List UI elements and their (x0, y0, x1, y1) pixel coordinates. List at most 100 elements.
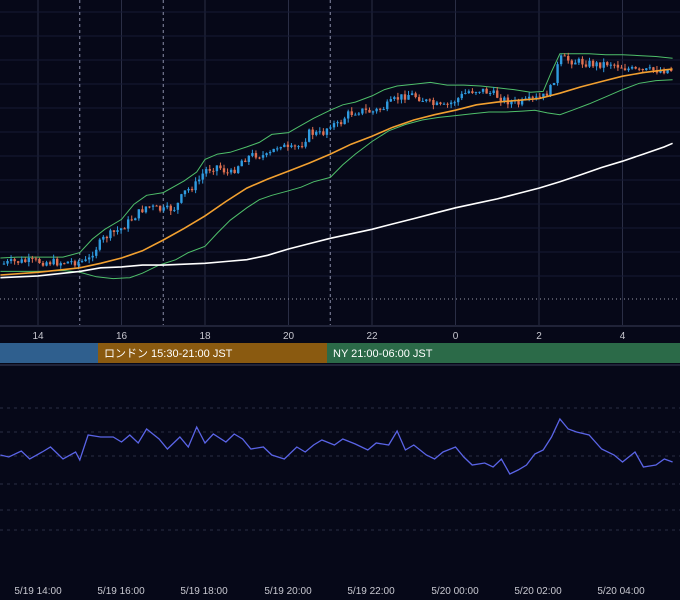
candle-body (315, 131, 318, 135)
candle-body (293, 145, 297, 147)
candle-body (492, 90, 495, 94)
candle-body (27, 257, 31, 263)
candle-body (609, 64, 613, 66)
moving-averages (0, 68, 673, 279)
candle-body (641, 69, 644, 71)
candle-body (173, 209, 176, 211)
candle-body (102, 236, 105, 240)
candle-body (563, 55, 566, 57)
candle-body (627, 68, 630, 71)
candle-body (215, 165, 219, 172)
candle-body (73, 261, 77, 266)
candle-body (481, 88, 485, 92)
candle-body (613, 64, 616, 66)
candle-body (616, 64, 620, 68)
candle-body (87, 257, 91, 260)
candle-body (364, 108, 368, 110)
candle-body (638, 68, 641, 70)
candle-body (552, 82, 556, 86)
candle-body (279, 147, 282, 149)
candle-body (126, 219, 130, 229)
candle-body (205, 169, 208, 174)
candle-body (283, 144, 286, 148)
candle-body (403, 94, 407, 100)
candle-body (123, 228, 126, 230)
candle-body (229, 169, 233, 173)
candle-body (304, 141, 307, 147)
candle-body (297, 146, 300, 148)
candle-body (16, 261, 20, 263)
candle-body (151, 205, 155, 207)
candle-body (162, 207, 165, 211)
candle-body (91, 255, 94, 258)
candle-body (446, 103, 449, 105)
candle-body (584, 64, 588, 67)
candle-body (169, 205, 172, 211)
price-chart-time-axis: 14 16 18 20 22 0 2 4 (0, 325, 680, 342)
candle-body (407, 95, 410, 100)
candle-body (272, 148, 275, 153)
candle-body (9, 259, 13, 262)
bottom-time-label: 5/20 04:00 (597, 586, 645, 597)
bottom-time-label: 5/19 20:00 (264, 586, 312, 597)
candle-body (187, 188, 190, 191)
bottom-time-axis: 5/19 14:00 5/19 16:00 5/19 18:00 5/19 20:00… (14, 586, 645, 597)
candle-body (567, 56, 570, 61)
candle-body (56, 258, 59, 266)
candle-body (112, 230, 116, 232)
candle-body (180, 194, 183, 203)
bollinger-band (0, 53, 673, 280)
candle-body (268, 152, 272, 154)
candle-body (421, 100, 424, 102)
candle-body (474, 92, 478, 94)
session-label: NY 21:00-06:00 JST (333, 348, 433, 360)
candle-body (6, 261, 9, 264)
candle-body (244, 160, 247, 162)
candle-body (442, 103, 446, 105)
candle-body (208, 169, 212, 171)
candle-body (623, 68, 627, 71)
candle-body (630, 66, 634, 69)
candle-body (357, 113, 361, 115)
bottom-time-label: 5/19 22:00 (347, 586, 395, 597)
candle-body (606, 62, 609, 66)
candle-body (109, 230, 112, 239)
bottom-time-label: 5/19 18:00 (180, 586, 228, 597)
candle-body (190, 188, 194, 191)
candle-body (645, 68, 648, 71)
candle-body (197, 179, 201, 182)
bottom-time-label: 5/19 16:00 (97, 586, 145, 597)
candle-body (396, 97, 400, 100)
candle-body (570, 60, 573, 65)
candle-body (265, 153, 268, 156)
candle-body (588, 60, 591, 67)
candle-body (339, 122, 343, 125)
candle-body (435, 102, 439, 106)
candle-body (130, 219, 133, 221)
candle-body (598, 62, 602, 68)
candle-body (591, 60, 595, 67)
x-tick-label: 14 (32, 331, 44, 342)
candle-body (425, 99, 428, 101)
candle-body (496, 90, 499, 98)
candle-body (460, 93, 463, 99)
candle-body (254, 153, 258, 158)
candle-body (581, 58, 584, 65)
candle-body (2, 263, 6, 265)
candle-body (290, 145, 293, 147)
candle-body (417, 97, 421, 102)
candle-body (382, 109, 385, 111)
candle-body (52, 258, 55, 265)
candle-body (378, 108, 382, 110)
candle-body (545, 93, 549, 96)
candle-body (77, 261, 80, 266)
candle-body (137, 209, 141, 219)
candle-body (371, 111, 375, 113)
candle-body (400, 94, 403, 100)
candle-body (155, 205, 158, 207)
candle-body (595, 62, 598, 67)
candle-body (535, 96, 538, 98)
candle-body (247, 155, 251, 162)
candle-body (471, 91, 474, 94)
candle-body (510, 101, 513, 105)
